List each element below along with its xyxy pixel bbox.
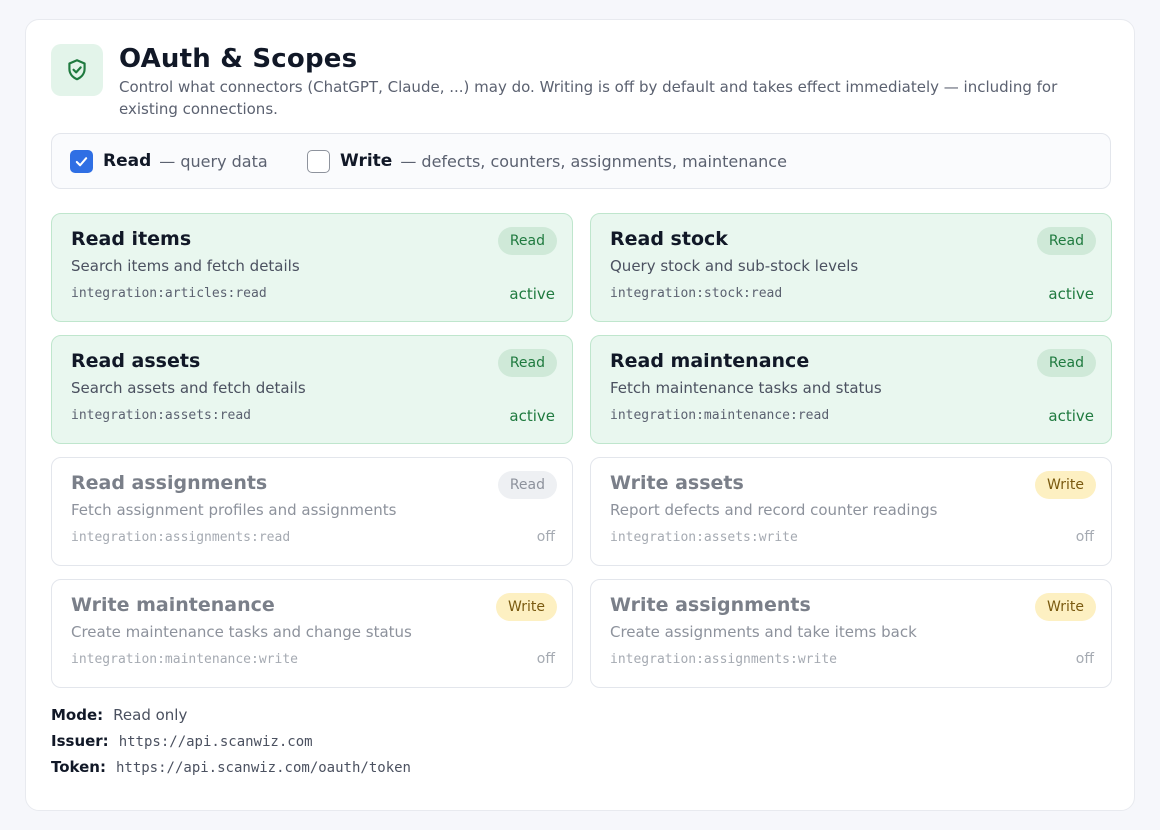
scope-status: off [536, 651, 555, 667]
mode-label: Mode: [51, 706, 104, 724]
scope-title: Read items [71, 228, 192, 250]
issuer-value: https://api.scanwiz.com [118, 734, 313, 750]
scope-title: Read assets [71, 350, 201, 372]
panel-header: OAuth & Scopes Control what connectors (… [51, 44, 1109, 124]
token-label: Token: [51, 758, 106, 776]
mode-value: Read only [113, 706, 188, 724]
scope-status: active [1048, 285, 1094, 303]
page-subtitle: Control what connectors (ChatGPT, Claude… [119, 78, 1058, 118]
scope-title: Read maintenance [610, 350, 810, 372]
scope-badge: Write [1035, 471, 1096, 499]
scope-id: integration:assignments:read [71, 530, 291, 545]
scope-id: integration:stock:read [610, 286, 783, 301]
scope-status: off [536, 529, 555, 545]
scope-desc: Query stock and sub-stock levels [610, 257, 859, 275]
scope-desc: Report defects and record counter readin… [610, 501, 938, 519]
issuer-label: Issuer: [51, 732, 109, 750]
issuer-row: Issuer: https://api.scanwiz.com [51, 732, 313, 750]
scope-badge: Read [1036, 227, 1096, 255]
scope-id: integration:articles:read [71, 286, 267, 301]
scope-desc: Search items and fetch details [71, 257, 300, 275]
oauth-scopes-panel: OAuth & Scopes Control what connectors (… [25, 19, 1135, 811]
scope-card-read-maintenance: Read maintenance Read Fetch maintenance … [590, 335, 1112, 444]
scope-badge: Read [497, 471, 557, 499]
scope-desc: Create assignments and take items back [610, 623, 917, 641]
scope-id: integration:maintenance:write [71, 652, 298, 667]
shield-check-icon [51, 44, 103, 96]
write-checkbox[interactable] [307, 149, 330, 173]
write-toggle[interactable]: Write — defects, counters, assignments, … [307, 134, 787, 188]
scope-desc: Create maintenance tasks and change stat… [71, 623, 412, 641]
scope-title: Write maintenance [71, 594, 275, 616]
scope-title: Write assets [610, 472, 744, 494]
mode-row: Mode: Read only [51, 706, 187, 724]
scope-desc: Fetch maintenance tasks and status [610, 379, 882, 397]
scope-status: active [509, 407, 555, 425]
scope-status: off [1075, 529, 1094, 545]
scope-card-write-maintenance: Write maintenance Write Create maintenan… [51, 579, 573, 688]
scope-title: Read stock [610, 228, 728, 250]
scope-card-read-assets: Read assets Read Search assets and fetch… [51, 335, 573, 444]
permission-toggle-bar: Read — query data Write — defects, count… [51, 133, 1111, 189]
write-toggle-label[interactable]: Write [340, 151, 392, 171]
read-toggle[interactable]: Read — query data [70, 134, 268, 188]
write-toggle-desc: — defects, counters, assignments, mainte… [400, 151, 787, 171]
token-value: https://api.scanwiz.com/oauth/token [115, 760, 411, 776]
read-checkbox[interactable] [70, 149, 93, 173]
read-toggle-desc: — query data [159, 151, 268, 171]
scope-badge: Read [497, 227, 557, 255]
scope-status: off [1075, 651, 1094, 667]
scope-title: Write assignments [610, 594, 811, 616]
scope-status: active [1048, 407, 1094, 425]
scope-desc: Fetch assignment profiles and assignment… [71, 501, 397, 519]
scope-card-read-assignments: Read assignments Read Fetch assignment p… [51, 457, 573, 566]
scope-card-write-assets: Write assets Write Report defects and re… [590, 457, 1112, 566]
scope-card-write-assignments: Write assignments Write Create assignmen… [590, 579, 1112, 688]
scope-status: active [509, 285, 555, 303]
scope-title: Read assignments [71, 472, 268, 494]
token-row: Token: https://api.scanwiz.com/oauth/toke… [51, 758, 411, 776]
scope-badge: Write [496, 593, 557, 621]
scope-id: integration:assignments:write [610, 652, 837, 667]
scope-id: integration:assets:read [71, 408, 252, 423]
read-toggle-label[interactable]: Read [103, 151, 151, 171]
scope-id: integration:assets:write [610, 530, 798, 545]
scope-card-read-items: Read items Read Search items and fetch d… [51, 213, 573, 322]
scope-badge: Read [1036, 349, 1096, 377]
scope-id: integration:maintenance:read [610, 408, 830, 423]
scope-desc: Search assets and fetch details [71, 379, 306, 397]
scope-badge: Write [1035, 593, 1096, 621]
scope-card-read-stock: Read stock Read Query stock and sub-stoc… [590, 213, 1112, 322]
page-title: OAuth & Scopes [119, 44, 358, 74]
scope-badge: Read [497, 349, 557, 377]
checkmark-icon [75, 156, 88, 166]
